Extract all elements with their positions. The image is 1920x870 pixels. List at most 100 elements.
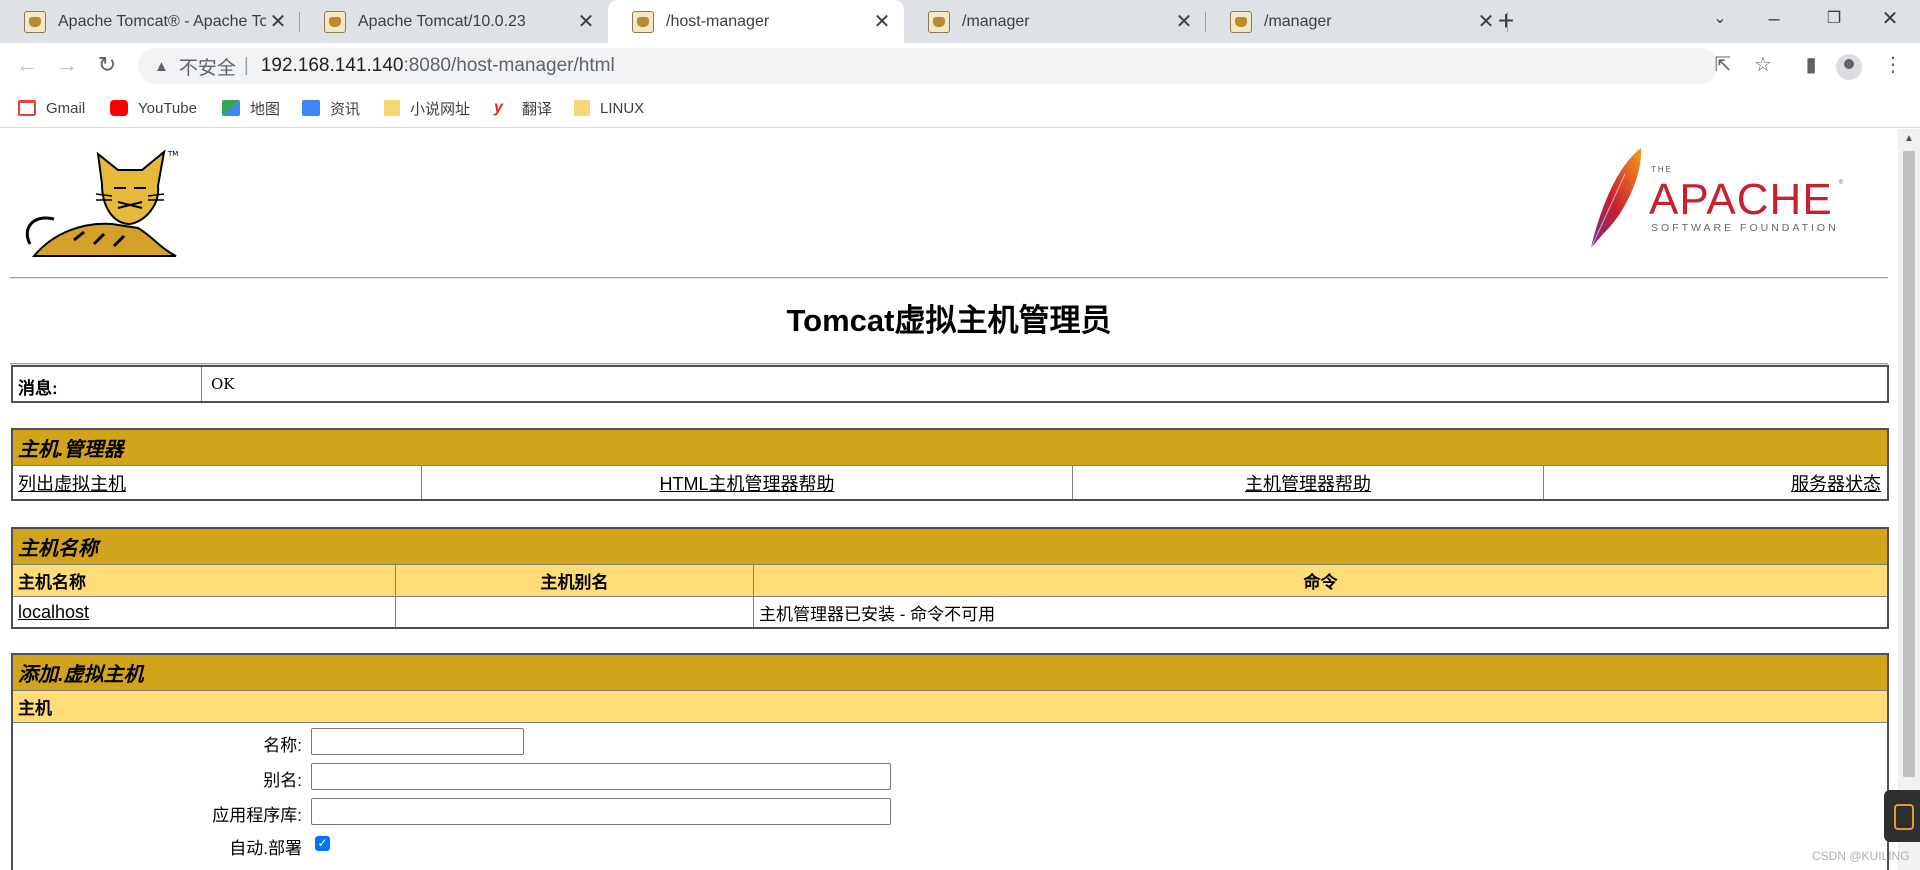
host-name-table: 主机名称 主机名称 主机别名 命令 localhost 主机管理器已安装 - 命… — [11, 527, 1889, 629]
tab-manager-2[interactable]: /manager ✕ — [1206, 0, 1508, 43]
url-host: 192.168.141.140 — [260, 55, 404, 76]
page-title: Tomcat虚拟主机管理员 — [786, 303, 1112, 338]
svg-text:TM: TM — [167, 150, 178, 158]
toolbar: ← → ↻ ▲ 不安全 | 192.168.141.140 :8080/host… — [0, 43, 1920, 88]
tomcat-favicon-icon — [324, 10, 346, 33]
back-button[interactable]: ← — [10, 49, 44, 83]
section-heading: 添加.虚拟主机 — [13, 655, 1887, 690]
name-field-row: 名称: — [13, 726, 1887, 756]
add-virtual-host-form: 添加.虚拟主机 主机 名称: 别名: 应用程序库: 自动.部署 ✓ — [11, 653, 1889, 870]
bookmark-gmail[interactable]: Gmail — [18, 96, 85, 120]
tab-title: /manager — [1264, 12, 1332, 30]
svg-text:APACHE: APACHE — [1649, 175, 1833, 224]
tab-title: Apache Tomcat® - Apache To — [58, 12, 266, 30]
host-commands-cell: 主机管理器已安装 - 命令不可用 — [759, 604, 996, 624]
column-header: 主机名称 — [18, 573, 86, 592]
bookmark-youtube[interactable]: YouTube — [110, 96, 197, 120]
news-icon — [302, 100, 320, 116]
youtube-icon — [110, 100, 128, 116]
tab-manager-1[interactable]: /manager ✕ — [904, 0, 1206, 43]
tab-search-chevron-icon[interactable]: ⌄ — [1692, 0, 1748, 40]
bookmark-news[interactable]: 资讯 — [302, 96, 360, 120]
tomcat-favicon-icon — [928, 10, 950, 33]
folder-icon — [384, 100, 400, 116]
close-icon[interactable]: ✕ — [870, 9, 894, 34]
host-localhost-link[interactable]: localhost — [18, 602, 89, 623]
bookmark-translate[interactable]: y 翻译 — [494, 96, 552, 120]
profile-avatar[interactable] — [1836, 54, 1862, 80]
tomcat-favicon-icon — [1230, 10, 1252, 33]
apache-logo[interactable]: THE APACHE SOFTWARE FOUNDATION ® — [1585, 144, 1845, 254]
app-base-input[interactable] — [311, 798, 891, 825]
new-tab-button[interactable]: + — [1490, 6, 1522, 38]
auto-deploy-checkbox[interactable]: ✓ — [315, 836, 330, 851]
tomcat-favicon-icon — [24, 10, 46, 33]
aliases-field-row: 别名: — [13, 761, 1887, 791]
svg-text:SOFTWARE FOUNDATION: SOFTWARE FOUNDATION — [1651, 222, 1839, 234]
page-content: TM THE APACHE SOFTWARE FOUNDATION ® Tomc… — [0, 129, 1898, 870]
bookmark-star-icon[interactable]: ☆ — [1748, 51, 1778, 81]
server-status-link[interactable]: 服务器状态 — [1791, 470, 1881, 496]
tomcat-logo[interactable]: TM — [14, 144, 184, 259]
close-icon[interactable]: ✕ — [574, 9, 598, 34]
tab-apache-tomcat[interactable]: Apache Tomcat® - Apache To ✕ — [0, 0, 300, 43]
vertical-scrollbar[interactable]: ▲ — [1898, 129, 1920, 870]
close-icon[interactable]: ✕ — [1172, 9, 1196, 34]
address-separator: | — [243, 55, 249, 76]
scroll-up-arrow-icon[interactable]: ▲ — [1904, 133, 1914, 144]
host-manager-help-link[interactable]: 主机管理器帮助 — [1245, 470, 1371, 496]
youdao-icon: y — [494, 99, 503, 116]
tab-title: /host-manager — [666, 12, 770, 30]
tab-strip: Apache Tomcat® - Apache To ✕ Apache Tomc… — [0, 0, 1920, 43]
app-base-label: 应用程序库: — [212, 806, 302, 825]
tab-title: /manager — [962, 12, 1030, 30]
close-icon[interactable]: ✕ — [266, 9, 290, 34]
auto-deploy-label: 自动.部署 — [229, 839, 302, 858]
table-row: localhost 主机管理器已安装 - 命令不可用 — [13, 597, 1887, 627]
side-panel-icon[interactable]: ▮ — [1794, 49, 1828, 83]
watermark: CSDN @KUILING — [1812, 849, 1910, 863]
bookmark-folder-novels[interactable]: 小说网址 — [384, 96, 470, 120]
maps-icon — [222, 100, 240, 116]
tab-host-manager[interactable]: /host-manager ✕ — [608, 0, 904, 43]
svg-text:THE: THE — [1651, 165, 1673, 174]
tab-tomcat-version[interactable]: Apache Tomcat/10.0.23 ✕ — [300, 0, 608, 43]
message-table: 消息: OK — [11, 365, 1889, 403]
share-icon[interactable]: ⇱ — [1708, 51, 1738, 81]
table-header-row: 主机名称 主机别名 命令 — [13, 565, 1887, 596]
menu-kebab-icon[interactable]: ⋮ — [1876, 49, 1910, 83]
folder-icon — [574, 100, 590, 116]
message-value: OK — [211, 375, 235, 393]
app-base-field-row: 应用程序库: — [13, 796, 1887, 826]
address-bar[interactable]: ▲ 不安全 | 192.168.141.140 :8080/host-manag… — [138, 48, 1718, 84]
warning-icon: ▲ — [154, 57, 169, 75]
svg-text:®: ® — [1839, 179, 1844, 186]
html-host-manager-help-link[interactable]: HTML主机管理器帮助 — [660, 470, 835, 496]
host-aliases-cell — [396, 597, 753, 627]
scrollbar-thumb[interactable] — [1903, 151, 1915, 777]
name-input[interactable] — [311, 728, 524, 755]
column-header: 命令 — [1303, 573, 1338, 592]
security-status[interactable]: 不安全 — [179, 53, 236, 80]
list-virtual-hosts-link[interactable]: 列出虚拟主机 — [18, 470, 126, 496]
restore-button[interactable]: ❐ — [1806, 0, 1862, 40]
section-heading: 主机名称 — [13, 529, 1887, 564]
reload-button[interactable]: ↻ — [90, 49, 124, 83]
close-window-button[interactable]: ✕ — [1862, 0, 1918, 40]
column-header: 主机别名 — [540, 573, 609, 592]
bookmark-maps[interactable]: 地图 — [222, 96, 280, 120]
aliases-label: 别名: — [263, 771, 302, 790]
divider — [10, 277, 1888, 279]
name-label: 名称: — [263, 736, 302, 755]
form-subheading: 主机 — [13, 691, 1887, 722]
auto-deploy-row: 自动.部署 ✓ — [13, 829, 1887, 859]
url-path: :8080/host-manager/html — [403, 55, 615, 76]
bookmark-folder-linux[interactable]: LINUX — [574, 96, 644, 120]
floating-gadget-button[interactable] — [1884, 790, 1920, 842]
minimize-button[interactable]: – — [1746, 0, 1802, 40]
forward-button[interactable]: → — [50, 49, 84, 83]
bookmarks-bar: Gmail YouTube 地图 资讯 小说网址 y 翻译 LINUX — [0, 88, 1920, 128]
gmail-icon — [18, 100, 36, 116]
tab-title: Apache Tomcat/10.0.23 — [358, 12, 526, 30]
aliases-input[interactable] — [311, 763, 891, 790]
